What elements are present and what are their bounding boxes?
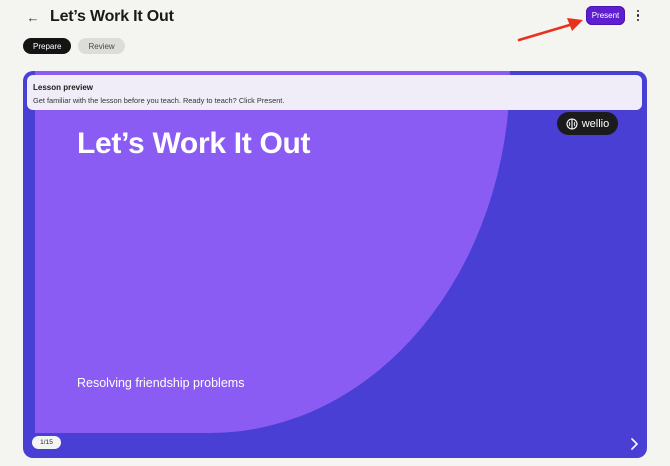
- page-counter: 1/15: [32, 436, 61, 449]
- wellio-logo: wellio: [557, 112, 618, 135]
- banner-text: Get familiar with the lesson before you …: [33, 96, 285, 105]
- banner-title: Lesson preview: [33, 83, 94, 92]
- tab-prepare[interactable]: Prepare: [23, 38, 72, 54]
- slide-subtitle: Resolving friendship problems: [77, 376, 245, 390]
- tab-review[interactable]: Review: [78, 38, 125, 54]
- logo-text: wellio: [581, 117, 610, 130]
- chevron-right-icon: [630, 438, 638, 450]
- slide-title: Let’s Work It Out: [77, 127, 311, 160]
- slide-stage: Let’s Work It Out Resolving friendship p…: [23, 71, 647, 458]
- present-button[interactable]: Present: [586, 6, 625, 25]
- lesson-preview-banner: Lesson preview Get familiar with the les…: [27, 75, 642, 110]
- arrow-left-icon: ←: [26, 9, 40, 25]
- more-options-button[interactable]: [630, 7, 646, 24]
- back-button[interactable]: ←: [26, 9, 40, 25]
- annotation-arrow: [517, 18, 583, 42]
- page-title: Let’s Work It Out: [50, 8, 174, 25]
- brain-icon: [566, 117, 578, 130]
- slide-panel: Let’s Work It Out Resolving friendship p…: [35, 71, 510, 433]
- next-slide-button[interactable]: [627, 436, 641, 452]
- kebab-vertical-icon: [636, 9, 640, 13]
- tab-bar: Prepare Review: [23, 38, 125, 54]
